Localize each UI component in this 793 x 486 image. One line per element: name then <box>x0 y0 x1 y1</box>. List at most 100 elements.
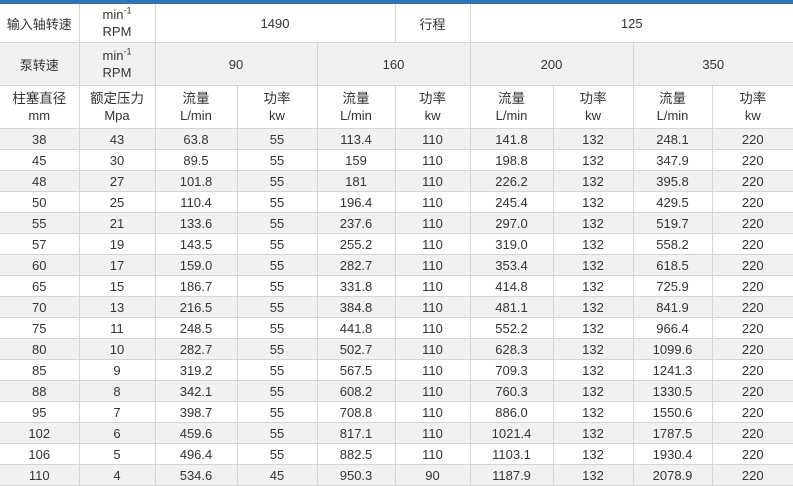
pump-speed-row: 泵转速 min-1 RPM 90 160 200 350 <box>0 43 793 86</box>
power-unit: kw <box>238 107 317 124</box>
table-cell: 5 <box>79 444 155 465</box>
table-cell: 85 <box>0 360 79 381</box>
table-cell: 841.9 <box>633 297 712 318</box>
table-cell: 1021.4 <box>470 423 553 444</box>
table-cell: 110 <box>395 318 470 339</box>
table-body: 384363.855113.4110141.8132248.1220453089… <box>0 129 793 486</box>
table-cell: 27 <box>79 171 155 192</box>
table-cell: 220 <box>712 381 793 402</box>
table-row: 888342.155608.2110760.31321330.5220 <box>0 381 793 402</box>
table-cell: 198.8 <box>470 150 553 171</box>
table-cell: 55 <box>237 402 317 423</box>
table-cell: 110 <box>395 297 470 318</box>
power-label: 功率 <box>554 90 633 107</box>
table-cell: 110 <box>395 423 470 444</box>
table-cell: 220 <box>712 234 793 255</box>
flow-header: 流量 L/min <box>633 86 712 129</box>
table-cell: 725.9 <box>633 276 712 297</box>
column-header-row: 柱塞直径 mm 额定压力 Mpa 流量 L/min 功率 kw 流量 L/m <box>0 86 793 129</box>
table-row: 7511248.555441.8110552.2132966.4220 <box>0 318 793 339</box>
table-cell: 110 <box>395 234 470 255</box>
table-cell: 186.7 <box>155 276 237 297</box>
table-cell: 17 <box>79 255 155 276</box>
table-cell: 966.4 <box>633 318 712 339</box>
plunger-diameter-header: 柱塞直径 mm <box>0 86 79 129</box>
table-cell: 55 <box>237 234 317 255</box>
input-shaft-speed-value: 1490 <box>155 4 395 43</box>
table-cell: 110 <box>395 381 470 402</box>
table-cell: 216.5 <box>155 297 237 318</box>
table-cell: 89.5 <box>155 150 237 171</box>
input-shaft-speed-label: 输入轴转速 <box>0 4 79 43</box>
table-cell: 886.0 <box>470 402 553 423</box>
table-cell: 55 <box>237 150 317 171</box>
table-cell: 331.8 <box>317 276 395 297</box>
table-cell: 760.3 <box>470 381 553 402</box>
table-cell: 65 <box>0 276 79 297</box>
table-cell: 132 <box>553 402 633 423</box>
table-cell: 55 <box>237 444 317 465</box>
table-cell: 132 <box>553 150 633 171</box>
table-cell: 481.1 <box>470 297 553 318</box>
table-cell: 132 <box>553 129 633 150</box>
table-cell: 220 <box>712 360 793 381</box>
table-cell: 220 <box>712 465 793 486</box>
table-cell: 10 <box>79 339 155 360</box>
table-cell: 398.7 <box>155 402 237 423</box>
table-cell: 1099.6 <box>633 339 712 360</box>
table-cell: 132 <box>553 276 633 297</box>
unit-min: min <box>103 7 124 22</box>
table-cell: 45 <box>237 465 317 486</box>
table-cell: 106 <box>0 444 79 465</box>
table-cell: 13 <box>79 297 155 318</box>
table-row: 8010282.755502.7110628.31321099.6220 <box>0 339 793 360</box>
table-cell: 132 <box>553 423 633 444</box>
table-cell: 628.3 <box>470 339 553 360</box>
table-cell: 110 <box>395 171 470 192</box>
table-cell: 25 <box>79 192 155 213</box>
table-cell: 817.1 <box>317 423 395 444</box>
flow-header: 流量 L/min <box>470 86 553 129</box>
table-row: 859319.255567.5110709.31321241.3220 <box>0 360 793 381</box>
table-cell: 110 <box>395 192 470 213</box>
table-cell: 15 <box>79 276 155 297</box>
table-cell: 196.4 <box>317 192 395 213</box>
table-cell: 1103.1 <box>470 444 553 465</box>
unit-rpm: RPM <box>80 64 155 81</box>
table-row: 957398.755708.8110886.01321550.6220 <box>0 402 793 423</box>
pump-speed-90: 90 <box>155 43 317 86</box>
table-cell: 110 <box>395 339 470 360</box>
table-cell: 55 <box>0 213 79 234</box>
table-row: 5521133.655237.6110297.0132519.7220 <box>0 213 793 234</box>
table-cell: 55 <box>237 192 317 213</box>
flow-label: 流量 <box>471 90 553 107</box>
table-cell: 220 <box>712 318 793 339</box>
table-cell: 132 <box>553 465 633 486</box>
table-cell: 50 <box>0 192 79 213</box>
flow-unit: L/min <box>471 107 553 124</box>
table-cell: 110 <box>395 255 470 276</box>
table-cell: 459.6 <box>155 423 237 444</box>
power-header: 功率 kw <box>395 86 470 129</box>
table-row: 1026459.655817.11101021.41321787.5220 <box>0 423 793 444</box>
table-row: 6515186.755331.8110414.8132725.9220 <box>0 276 793 297</box>
pump-speed-200: 200 <box>470 43 633 86</box>
table-cell: 950.3 <box>317 465 395 486</box>
table-row: 384363.855113.4110141.8132248.1220 <box>0 129 793 150</box>
table-cell: 8 <box>79 381 155 402</box>
table-cell: 70 <box>0 297 79 318</box>
table-row: 1065496.455882.51101103.11321930.4220 <box>0 444 793 465</box>
table-cell: 101.8 <box>155 171 237 192</box>
table-cell: 245.4 <box>470 192 553 213</box>
table-cell: 45 <box>0 150 79 171</box>
table-cell: 9 <box>79 360 155 381</box>
power-unit: kw <box>396 107 470 124</box>
table-cell: 347.9 <box>633 150 712 171</box>
table-cell: 48 <box>0 171 79 192</box>
table-cell: 110 <box>395 129 470 150</box>
table-cell: 110 <box>395 213 470 234</box>
plunger-diameter-unit: mm <box>0 107 79 124</box>
table-cell: 55 <box>237 129 317 150</box>
table-cell: 282.7 <box>155 339 237 360</box>
table-cell: 159.0 <box>155 255 237 276</box>
